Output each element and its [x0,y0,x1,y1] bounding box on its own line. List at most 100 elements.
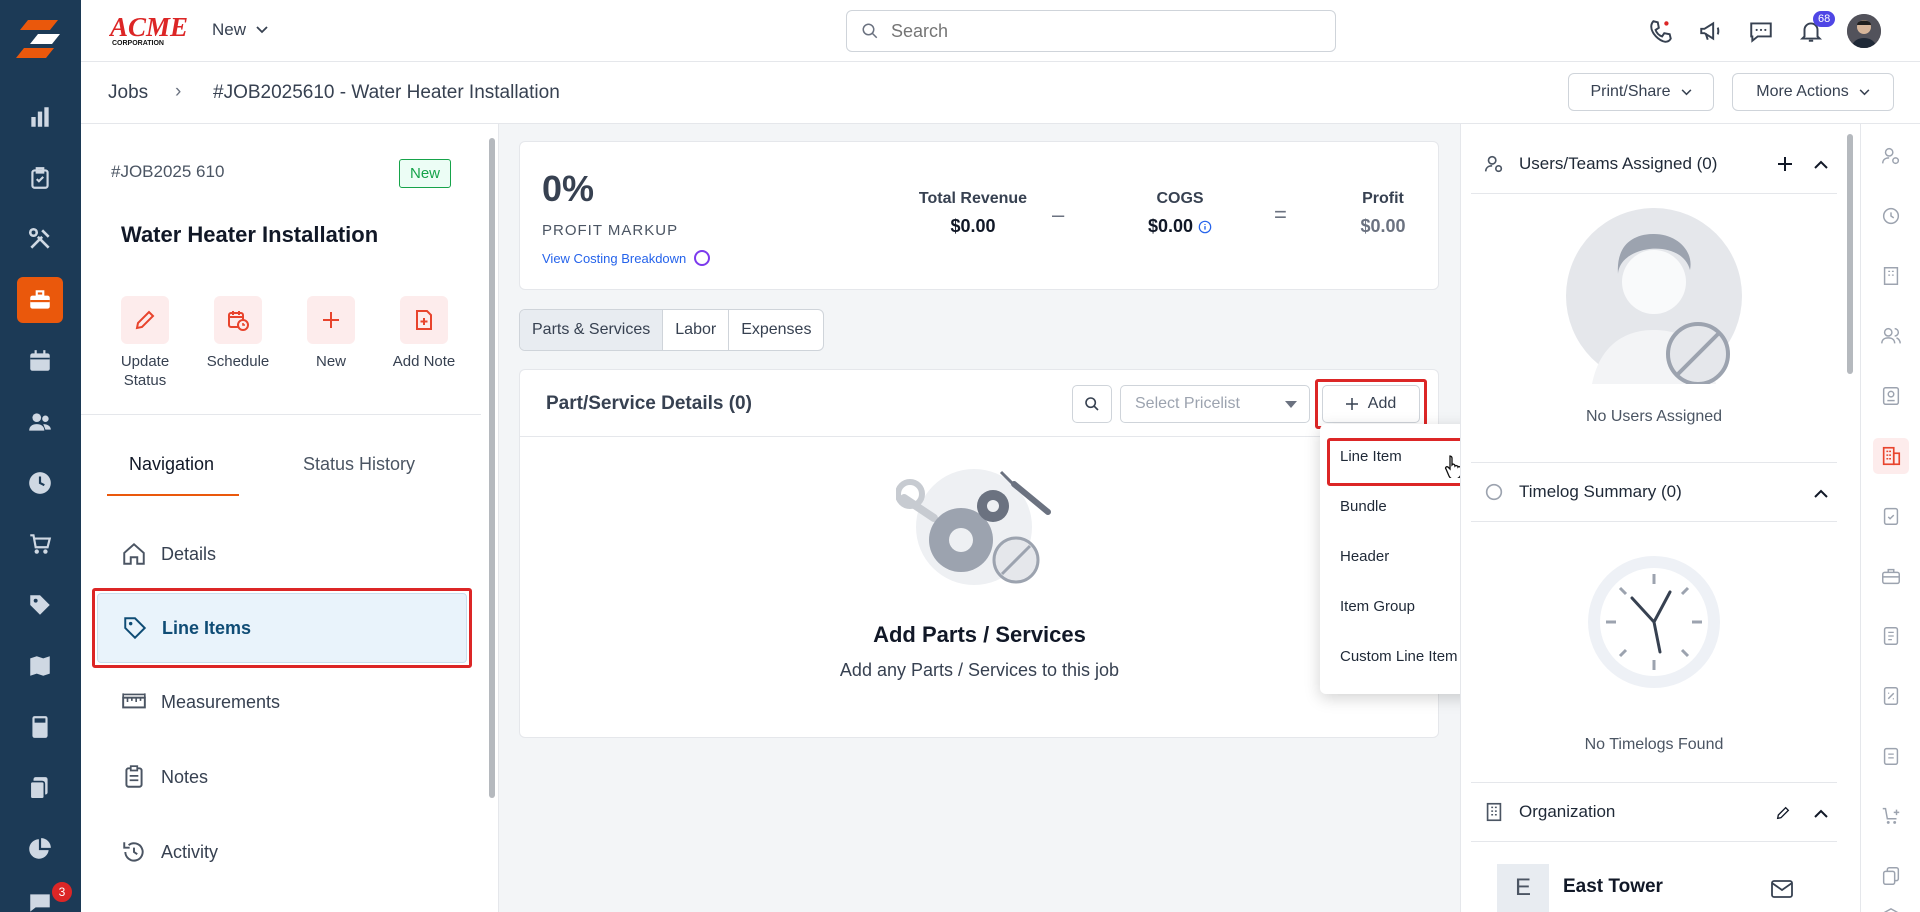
menu-item-item-group[interactable]: Item Group [1340,598,1415,615]
chevron-up-icon[interactable] [1814,160,1828,169]
app-logo[interactable] [14,14,66,64]
menu-item-custom-line-item[interactable]: Custom Line Item [1340,648,1458,665]
breadcrumb-jobs-link[interactable]: Jobs [108,82,148,104]
plus-icon [307,296,355,344]
status-badge: New [399,159,452,188]
search-box[interactable] [846,10,1336,52]
pricelist-select[interactable]: Select Pricelist [1120,385,1310,423]
empty-state-subtitle: Add any Parts / Services to this job [839,660,1120,680]
gears-illustration-icon [896,469,1051,585]
map-icon[interactable] [17,643,63,689]
tab-navigation[interactable]: Navigation [129,454,214,475]
update-status-button[interactable]: Update Status [105,296,185,390]
mail-icon[interactable] [1771,880,1793,898]
total-revenue: Total Revenue $0.00 [908,190,1038,237]
briefcase-icon[interactable] [17,277,63,323]
organization-icon[interactable] [1873,438,1909,474]
chevron-down-icon [1681,88,1691,95]
briefcase-icon[interactable] [1873,558,1909,594]
calendar-icon[interactable] [17,338,63,384]
tab-status-history[interactable]: Status History [303,454,415,475]
sidebar-item-details[interactable]: Details [121,526,481,582]
tools-icon[interactable] [17,216,63,262]
tab-expenses[interactable]: Expenses [729,310,823,350]
document-icon[interactable] [1873,618,1909,654]
building-icon [1486,802,1502,822]
total-revenue-value: $0.00 [950,216,996,236]
plus-icon[interactable] [1777,156,1793,172]
sidebar-item-line-items[interactable]: Line Items [97,593,467,663]
more-actions-button[interactable]: More Actions [1732,73,1894,111]
new-action-button[interactable]: New [291,296,371,371]
info-icon[interactable] [1198,220,1212,234]
sidebar-item-notes[interactable]: Notes [121,749,481,805]
right-rail [1860,124,1920,912]
bell-icon[interactable]: 68 [1797,11,1836,45]
more-actions-label: More Actions [1756,83,1849,100]
costing-breakdown-link[interactable]: View Costing Breakdown [542,250,711,266]
time-history-icon[interactable] [1873,198,1909,234]
search-input[interactable] [891,20,1311,42]
profit-markup-label: PROFIT MARKUP [542,222,679,239]
user-settings-icon[interactable] [1873,138,1909,174]
total-revenue-label: Total Revenue [918,190,1028,207]
contacts-icon[interactable] [1873,318,1909,354]
checklist-icon[interactable] [1873,498,1909,534]
search-parts-button[interactable] [1072,385,1112,423]
cart-icon[interactable] [17,521,63,567]
menu-item-header[interactable]: Header [1340,548,1389,565]
search-icon [862,23,878,39]
menu-item-bundle[interactable]: Bundle [1340,498,1387,515]
user-avatar[interactable] [1847,14,1881,48]
right-panel-scrollbar[interactable] [1847,134,1853,374]
costing-link-label: View Costing Breakdown [542,250,687,266]
dashboard-icon[interactable] [17,94,63,140]
add-note-button[interactable]: Add Note [384,296,464,371]
sidebar-item-measurements[interactable]: Measurements [121,674,481,730]
organization-name[interactable]: East Tower [1563,876,1663,898]
print-share-label: Print/Share [1590,83,1671,100]
pie-chart-icon[interactable] [17,826,63,872]
purchase-order-icon[interactable] [1873,798,1909,834]
brand-logo[interactable]: ACME CORPORATION [108,12,189,53]
timelog-section-header: Timelog Summary (0) [1471,462,1837,522]
tag-icon[interactable] [17,582,63,628]
tab-labor[interactable]: Labor [663,310,730,350]
menu-item-line-item[interactable]: Line Item [1340,448,1402,465]
pencil-icon[interactable] [1775,805,1791,821]
print-share-button[interactable]: Print/Share [1568,73,1714,111]
page-title: #JOB2025610 - Water Heater Installation [213,82,560,103]
users-teams-title: Users/Teams Assigned (0) [1519,153,1718,173]
new-menu[interactable]: New [212,20,268,40]
home-icon [123,542,145,565]
estimate-icon[interactable] [1873,678,1909,714]
megaphone-icon[interactable] [1697,17,1725,45]
equals-sign: = [1274,202,1287,227]
sidebar-scrollbar[interactable] [489,138,495,798]
add-button[interactable]: Add [1322,385,1420,423]
task-list-icon[interactable] [1873,738,1909,774]
clock-icon[interactable] [17,460,63,506]
building-icon[interactable] [1873,258,1909,294]
phone-icon[interactable] [1647,17,1675,45]
cogs-label: COGS [1156,190,1204,207]
app-root: 3 ACME CORPORATION New Search 68 Jobs › … [0,0,1920,912]
chevron-up-icon[interactable] [1814,809,1828,818]
schedule-button[interactable]: Schedule [198,296,278,371]
copy-icon[interactable] [1873,858,1909,894]
users-icon[interactable] [17,399,63,445]
sidebar-item-activity[interactable]: Activity [121,824,481,880]
sidebar-item-label: Activity [161,841,219,862]
clipboard-icon[interactable] [17,155,63,201]
chevron-up-icon[interactable] [1814,489,1828,498]
organization-section-header: Organization [1471,782,1837,842]
calculator-icon[interactable] [17,704,63,750]
tab-parts-services[interactable]: Parts & Services [520,310,664,350]
id-card-icon[interactable] [1873,378,1909,414]
package-icon[interactable] [1873,900,1909,912]
svg-text:CORPORATION: CORPORATION [112,40,164,47]
breadcrumb: Jobs › #JOB2025610 - Water Heater Instal… [81,62,1920,124]
documents-icon[interactable] [17,765,63,811]
caret-down-icon [1285,401,1297,408]
message-icon[interactable] [1747,17,1775,45]
